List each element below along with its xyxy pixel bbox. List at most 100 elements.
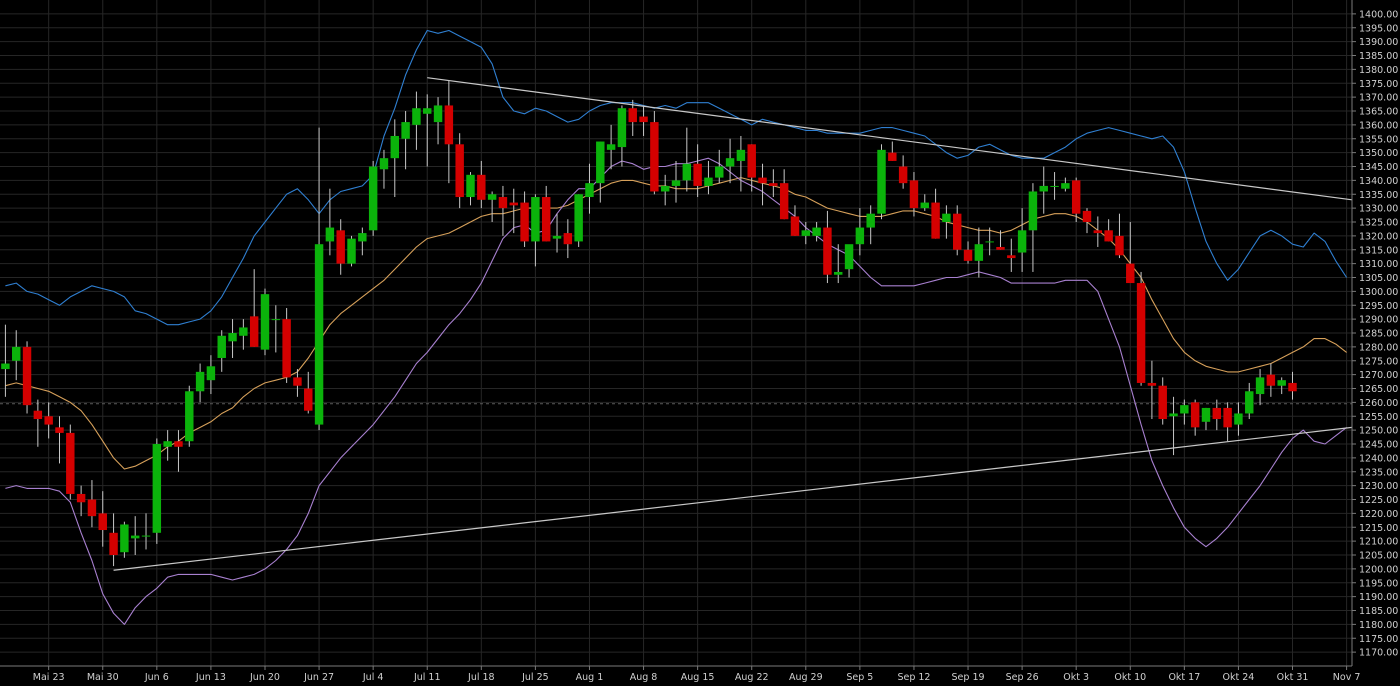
- candle-body-down: [444, 105, 454, 145]
- candle: [1136, 271, 1146, 386]
- y-tick-label: 1240.00: [1359, 453, 1398, 464]
- candle-body-down: [1093, 230, 1103, 234]
- x-tick-label: Jun 20: [249, 672, 280, 683]
- y-tick-label: 1195.00: [1359, 578, 1398, 589]
- y-tick-label: 1280.00: [1359, 342, 1398, 353]
- y-tick-label: 1375.00: [1359, 79, 1398, 90]
- candle: [498, 185, 508, 236]
- candle-body-down: [888, 152, 897, 161]
- candle-body-up: [314, 244, 324, 425]
- candle: [552, 213, 562, 253]
- candle: [379, 149, 389, 189]
- candle-body-up: [1201, 407, 1211, 422]
- candle-body-up: [487, 194, 497, 200]
- candle: [314, 127, 324, 431]
- candle-body-down: [1082, 210, 1092, 222]
- candle: [909, 172, 919, 217]
- y-tick-label: 1380.00: [1359, 65, 1398, 76]
- candle: [996, 230, 1005, 250]
- y-tick-label: 1325.00: [1359, 218, 1398, 229]
- y-tick-label: 1260.00: [1359, 398, 1398, 409]
- candle-body-down: [790, 216, 800, 236]
- candle-body-up: [531, 197, 540, 242]
- candle-body-up: [390, 135, 400, 159]
- candle-body-down: [455, 144, 464, 198]
- candle: [1050, 172, 1059, 200]
- candle-body-up: [401, 122, 410, 139]
- candle-body-up: [185, 391, 194, 442]
- x-tick-label: Jul 25: [521, 672, 549, 683]
- candle-body-up: [433, 105, 443, 123]
- y-tick-label: 1225.00: [1359, 495, 1398, 506]
- x-tick-label: Jul 4: [362, 672, 384, 683]
- x-tick-label: Okt 24: [1223, 672, 1255, 683]
- candle-body-up: [217, 335, 226, 358]
- candle: [617, 105, 627, 167]
- candle-body-up: [704, 177, 713, 186]
- y-tick-label: 1245.00: [1359, 440, 1398, 451]
- candle: [1115, 213, 1124, 259]
- candle: [433, 97, 443, 145]
- candle-body-down: [1104, 230, 1113, 242]
- candle-body-up: [1255, 377, 1265, 395]
- candle-body-up: [1028, 191, 1038, 231]
- candle: [1266, 363, 1276, 397]
- candle-body-down: [249, 316, 259, 347]
- candle: [715, 149, 724, 184]
- candle-body-down: [909, 180, 919, 209]
- x-tick-label: Jun 13: [195, 672, 226, 683]
- candle: [520, 191, 529, 247]
- grid: [0, 0, 1352, 666]
- candle: [1288, 371, 1297, 400]
- y-tick-label: 1400.00: [1359, 9, 1398, 20]
- candle: [1180, 399, 1189, 425]
- x-tick-label: Sep 26: [1006, 672, 1039, 683]
- candle-body-up: [466, 174, 475, 198]
- candle-body-down: [304, 388, 313, 411]
- candle: [725, 138, 735, 184]
- y-tick-label: 1180.00: [1359, 620, 1398, 631]
- candle-body-down: [931, 202, 940, 239]
- candle-body-up: [1017, 230, 1027, 253]
- candles: [1, 80, 1297, 567]
- candle: [55, 416, 64, 464]
- candle-body-down: [336, 230, 345, 264]
- candle: [130, 516, 140, 555]
- candle: [87, 480, 97, 528]
- y-tick-label: 1175.00: [1359, 634, 1398, 645]
- candle-body-up: [671, 180, 681, 186]
- candle-body-up: [552, 235, 562, 239]
- candle: [898, 155, 908, 189]
- candle: [596, 141, 605, 203]
- x-tick-label: Nov 7: [1333, 672, 1361, 683]
- candle-body-down: [747, 144, 756, 178]
- candle: [1277, 377, 1286, 395]
- x-tick-label: Jun 6: [144, 672, 169, 683]
- candle-body-up: [1061, 183, 1070, 189]
- candle-body-down: [174, 441, 183, 447]
- candle: [888, 141, 897, 161]
- candle-body-up: [715, 166, 724, 178]
- candle: [1007, 238, 1016, 272]
- candle: [1158, 377, 1167, 425]
- candle-body-up: [358, 233, 367, 242]
- candle-body-up: [855, 227, 865, 245]
- x-tick-label: Okt 31: [1277, 672, 1309, 683]
- candle-body-up: [617, 108, 627, 148]
- candle-body-up: [152, 444, 162, 533]
- x-tick-label: Okt 3: [1063, 672, 1089, 683]
- candle: [120, 521, 129, 558]
- candle: [217, 330, 226, 372]
- x-tick-label: Mai 23: [33, 672, 65, 683]
- y-tick-label: 1390.00: [1359, 37, 1398, 48]
- candle-body-down: [1071, 180, 1081, 214]
- candle-body-down: [76, 493, 86, 503]
- candle-body-down: [1190, 402, 1200, 428]
- candle-body-down: [477, 174, 486, 200]
- candle: [1093, 216, 1103, 247]
- lower-trendline: [113, 426, 1353, 571]
- candle-body-down: [498, 197, 508, 209]
- candle: [974, 227, 984, 278]
- candle: [801, 222, 811, 245]
- candle-body-up: [1169, 413, 1178, 417]
